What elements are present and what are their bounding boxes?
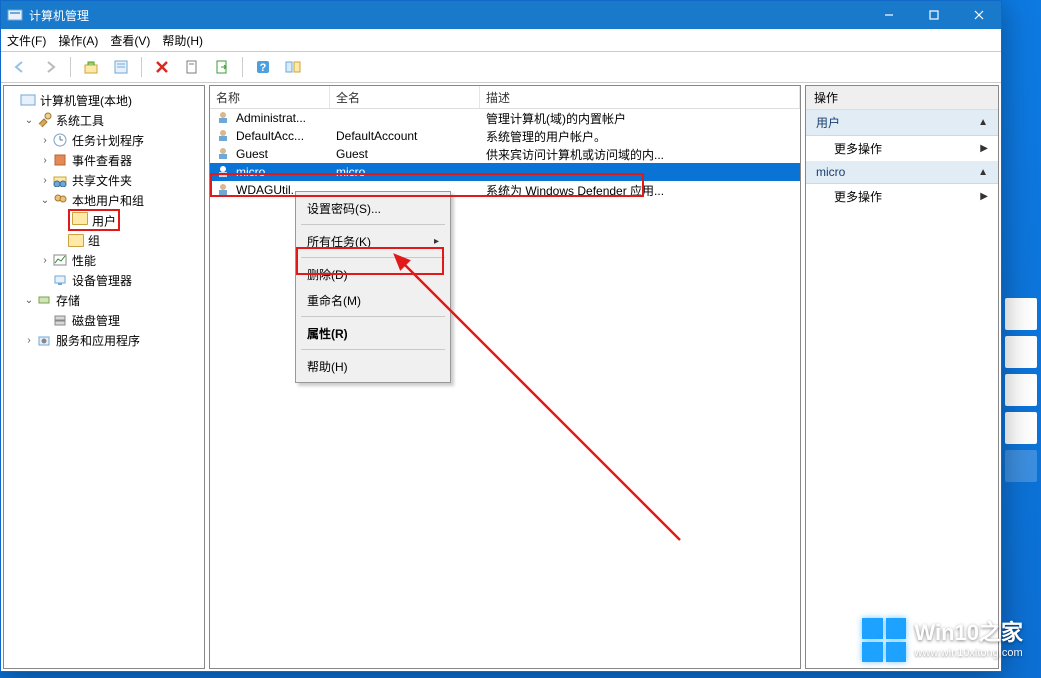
desktop-taskbar-icons (1001, 288, 1041, 578)
tree-disk-management[interactable]: 磁盘管理 (4, 310, 204, 330)
window-title: 计算机管理 (29, 7, 89, 24)
titlebar[interactable]: 计算机管理 (1, 1, 1001, 29)
delete-button[interactable] (149, 54, 175, 80)
chevron-right-icon: ▶ (980, 143, 988, 154)
col-fullname[interactable]: 全名 (330, 86, 480, 108)
actions-section-micro[interactable]: micro ▲ (806, 161, 998, 184)
toolbar: ? (1, 52, 1001, 83)
actions-pane: 操作 用户 ▲ 更多操作 ▶ micro ▲ 更多操作 ▶ (805, 85, 999, 669)
chevron-up-icon: ▲ (978, 117, 988, 128)
tree-event-viewer[interactable]: › 事件查看器 (4, 150, 204, 170)
up-button[interactable] (78, 54, 104, 80)
watermark-url: www.win10xitong.com (914, 647, 1023, 660)
chevron-right-icon: ▸ (434, 236, 439, 247)
ctx-properties[interactable]: 属性(R) (299, 320, 447, 346)
list-row-defaultaccount[interactable]: DefaultAcc... DefaultAccount 系统管理的用户帐户。 (210, 127, 800, 145)
ctx-rename[interactable]: 重命名(M) (299, 287, 447, 313)
tree-task-scheduler[interactable]: › 任务计划程序 (4, 130, 204, 150)
mmc-window: 计算机管理 文件(F) 操作(A) 查看(V) 帮助(H) (0, 0, 1002, 672)
svg-text:?: ? (260, 62, 267, 74)
properties-button[interactable] (108, 54, 134, 80)
watermark: Win10之家 www.win10xitong.com (862, 618, 1023, 662)
ctx-delete[interactable]: 删除(D) (299, 261, 447, 287)
menu-help[interactable]: 帮助(H) (162, 32, 203, 49)
tree-storage[interactable]: ⌄ 存储 (4, 290, 204, 310)
minimize-button[interactable] (866, 1, 911, 29)
tree-local-users-groups[interactable]: ⌄ 本地用户和组 (4, 190, 204, 210)
ctx-set-password[interactable]: 设置密码(S)... (299, 195, 447, 221)
forward-button[interactable] (37, 54, 63, 80)
tree-device-manager[interactable]: 设备管理器 (4, 270, 204, 290)
col-name[interactable]: 名称 (210, 86, 330, 108)
actions-title: 操作 (806, 86, 998, 110)
list-header[interactable]: 名称 全名 描述 (210, 86, 800, 109)
actions-section-users[interactable]: 用户 ▲ (806, 110, 998, 136)
watermark-brand: Win10之家 (914, 620, 1023, 646)
tree-services-apps[interactable]: › 服务和应用程序 (4, 330, 204, 350)
tree-performance[interactable]: › 性能 (4, 250, 204, 270)
list-row-guest[interactable]: Guest Guest 供来宾访问计算机或访问域的内... (210, 145, 800, 163)
ctx-help[interactable]: 帮助(H) (299, 353, 447, 379)
menu-action[interactable]: 操作(A) (58, 32, 98, 49)
col-description[interactable]: 描述 (480, 86, 800, 108)
tree-groups[interactable]: 组 (4, 230, 204, 250)
chevron-up-icon: ▲ (978, 167, 988, 178)
export-button[interactable] (209, 54, 235, 80)
help-button[interactable]: ? (250, 54, 276, 80)
tree-root[interactable]: 计算机管理(本地) (4, 90, 204, 110)
list-row-micro[interactable]: micro micro (210, 163, 800, 181)
context-menu: 设置密码(S)... 所有任务(K)▸ 删除(D) 重命名(M) 属性(R) 帮… (295, 191, 451, 383)
list-row-administrator[interactable]: Administrat... 管理计算机(域)的内置帐户 (210, 109, 800, 127)
menu-file[interactable]: 文件(F) (7, 32, 46, 49)
content-area: 计算机管理(本地) ⌄ 系统工具 › 任务计划程序 › (1, 83, 1001, 671)
tree-pane: 计算机管理(本地) ⌄ 系统工具 › 任务计划程序 › (3, 85, 205, 669)
menubar: 文件(F) 操作(A) 查看(V) 帮助(H) (1, 29, 1001, 52)
actions-more-1[interactable]: 更多操作 ▶ (806, 136, 998, 161)
close-button[interactable] (956, 1, 1001, 29)
app-icon (7, 7, 23, 23)
tree-shared-folders[interactable]: › 共享文件夹 (4, 170, 204, 190)
actions-more-2[interactable]: 更多操作 ▶ (806, 184, 998, 209)
back-button[interactable] (7, 54, 33, 80)
refresh-button[interactable] (179, 54, 205, 80)
tree-system-tools[interactable]: ⌄ 系统工具 (4, 110, 204, 130)
tree-users[interactable]: 用户 (4, 210, 204, 230)
ctx-all-tasks[interactable]: 所有任务(K)▸ (299, 228, 447, 254)
chevron-right-icon: ▶ (980, 191, 988, 202)
show-hide-button[interactable] (280, 54, 306, 80)
win10-logo-icon (862, 618, 906, 662)
maximize-button[interactable] (911, 1, 956, 29)
menu-view[interactable]: 查看(V) (110, 32, 150, 49)
